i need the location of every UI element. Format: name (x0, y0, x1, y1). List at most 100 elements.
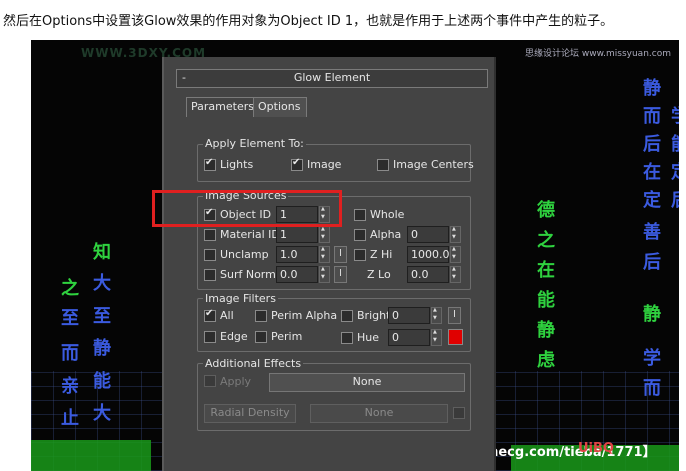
scene-glyph: 静 (93, 338, 111, 359)
zhi-spinner[interactable] (450, 246, 461, 263)
scene-glyph: 后 (643, 252, 661, 273)
scene-glyph: 能 (671, 136, 679, 154)
tutorial-caption: 然后在Options中设置该Glow效果的作用对象为Object ID 1，也就… (3, 14, 614, 29)
scene-glyph: 能 (93, 371, 111, 392)
unclamp-i-button[interactable]: I (334, 246, 347, 263)
hue-checkbox[interactable] (341, 332, 353, 344)
material-id-label: Material ID (220, 228, 280, 241)
image-centers-checkbox[interactable] (377, 159, 389, 171)
scene-glyph: 知 (93, 242, 111, 263)
material-id-checkbox[interactable] (204, 229, 216, 241)
edge-label: Edge (220, 330, 248, 343)
scene-glyph: 学 (643, 348, 661, 369)
alpha-spinner[interactable] (450, 226, 461, 243)
bright-spinner[interactable] (431, 307, 442, 324)
tab-options[interactable]: Options (253, 97, 307, 117)
bright-label: Bright (357, 309, 391, 322)
scene-glyph: 定 (671, 164, 679, 182)
scene-glyph: 学 (671, 108, 679, 126)
radial-density-button[interactable]: Radial Density (204, 404, 296, 423)
unclamp-checkbox[interactable] (204, 249, 216, 261)
image-label: Image (307, 158, 342, 171)
none-button[interactable]: None (269, 373, 465, 392)
scene-glyph: 大 (93, 403, 111, 424)
zhi-field[interactable]: 1000.0 (407, 246, 450, 263)
scene-glyph: 静 (537, 320, 555, 341)
perim-alpha-checkbox[interactable] (255, 310, 267, 322)
scene-glyph: 静 (643, 78, 661, 99)
zlo-field[interactable]: 0.0 (407, 266, 449, 283)
scene-glyph: 而 (61, 343, 79, 364)
surf-norm-i-button[interactable]: I (334, 266, 347, 283)
hue-field[interactable]: 0 (388, 329, 430, 346)
perim-checkbox[interactable] (255, 331, 267, 343)
edge-checkbox[interactable] (204, 331, 216, 343)
none-map-button[interactable]: None (310, 404, 448, 423)
all-checkbox[interactable] (204, 308, 216, 322)
unclamp-field[interactable]: 1.0 (276, 246, 318, 263)
scene-glyph: 能 (537, 290, 555, 311)
scene-glyph: 虑 (537, 350, 555, 371)
scene-glyph: 止 (61, 408, 79, 429)
group-title: Image Filters (203, 292, 278, 305)
scene-glyph: 后 (671, 192, 679, 210)
hue-color-swatch[interactable] (448, 329, 463, 345)
zlo-label: Z Lo (367, 268, 391, 281)
surf-norm-field[interactable]: 0.0 (276, 266, 318, 283)
lights-checkbox[interactable] (204, 157, 216, 171)
unclamp-label: Unclamp (220, 248, 269, 261)
surf-norm-checkbox[interactable] (204, 269, 216, 281)
tab-parameters[interactable]: Parameters (186, 97, 258, 117)
image-centers-label: Image Centers (393, 158, 474, 171)
scene-glyph: 德 (537, 200, 555, 221)
hue-label: Hue (357, 331, 380, 344)
image-checkbox[interactable] (291, 157, 303, 171)
alpha-field[interactable]: 0 (407, 226, 449, 243)
scene-glyph: 定 (643, 190, 661, 211)
scene-glyph: 而 (643, 106, 661, 127)
group-title: Apply Element To: (203, 137, 306, 150)
apply-checkbox[interactable] (204, 375, 216, 387)
apply-label: Apply (220, 375, 252, 388)
particle-patch (31, 440, 151, 471)
scene-glyph: 后 (643, 134, 661, 155)
whole-checkbox[interactable] (354, 209, 366, 221)
scene-glyph: 而 (643, 378, 661, 399)
footer-logo: UiBQ (578, 441, 614, 456)
material-id-field[interactable]: 1 (276, 226, 318, 243)
group-title: Additional Effects (203, 357, 304, 370)
zhi-label: Z Hi (370, 248, 393, 261)
scene-glyph: 至 (93, 306, 111, 327)
whole-label: Whole (370, 208, 405, 221)
perim-alpha-label: Perim Alpha (271, 309, 338, 322)
scene-glyph: 之 (61, 278, 79, 299)
scene-glyph: 之 (537, 230, 555, 251)
alpha-checkbox[interactable] (354, 229, 366, 241)
hue-spinner[interactable] (431, 329, 442, 346)
glow-element-panel: - Glow Element Parameters Options Apply … (162, 57, 496, 471)
material-id-spinner[interactable] (319, 226, 330, 243)
unclamp-spinner[interactable] (319, 246, 330, 263)
scene-glyph: 在 (643, 162, 661, 183)
watermark-right: 思缘设计论坛 www.missyuan.com (525, 49, 671, 59)
scene-glyph: 至 (61, 308, 79, 329)
scene-glyph: 亲 (61, 376, 79, 397)
alpha-label: Alpha (370, 228, 402, 241)
lights-label: Lights (220, 158, 254, 171)
highlight-box (152, 190, 342, 227)
zhi-checkbox[interactable] (354, 249, 366, 261)
surf-norm-label: Surf Norm (220, 268, 276, 281)
bright-i-button[interactable]: I (448, 307, 461, 324)
rollout-title: Glow Element (293, 71, 371, 84)
rollout-header[interactable]: - Glow Element (176, 69, 488, 88)
bright-field[interactable]: 0 (388, 307, 430, 324)
scene-glyph: 静 (643, 304, 661, 325)
scene-glyph: 善 (643, 222, 661, 243)
perim-label: Perim (271, 330, 303, 343)
map-enable-checkbox[interactable] (453, 407, 465, 419)
surf-norm-spinner[interactable] (319, 266, 330, 283)
bright-checkbox[interactable] (341, 310, 353, 322)
scene-glyph: 大 (93, 273, 111, 294)
scene-glyph: 在 (537, 260, 555, 281)
zlo-spinner[interactable] (450, 266, 461, 283)
